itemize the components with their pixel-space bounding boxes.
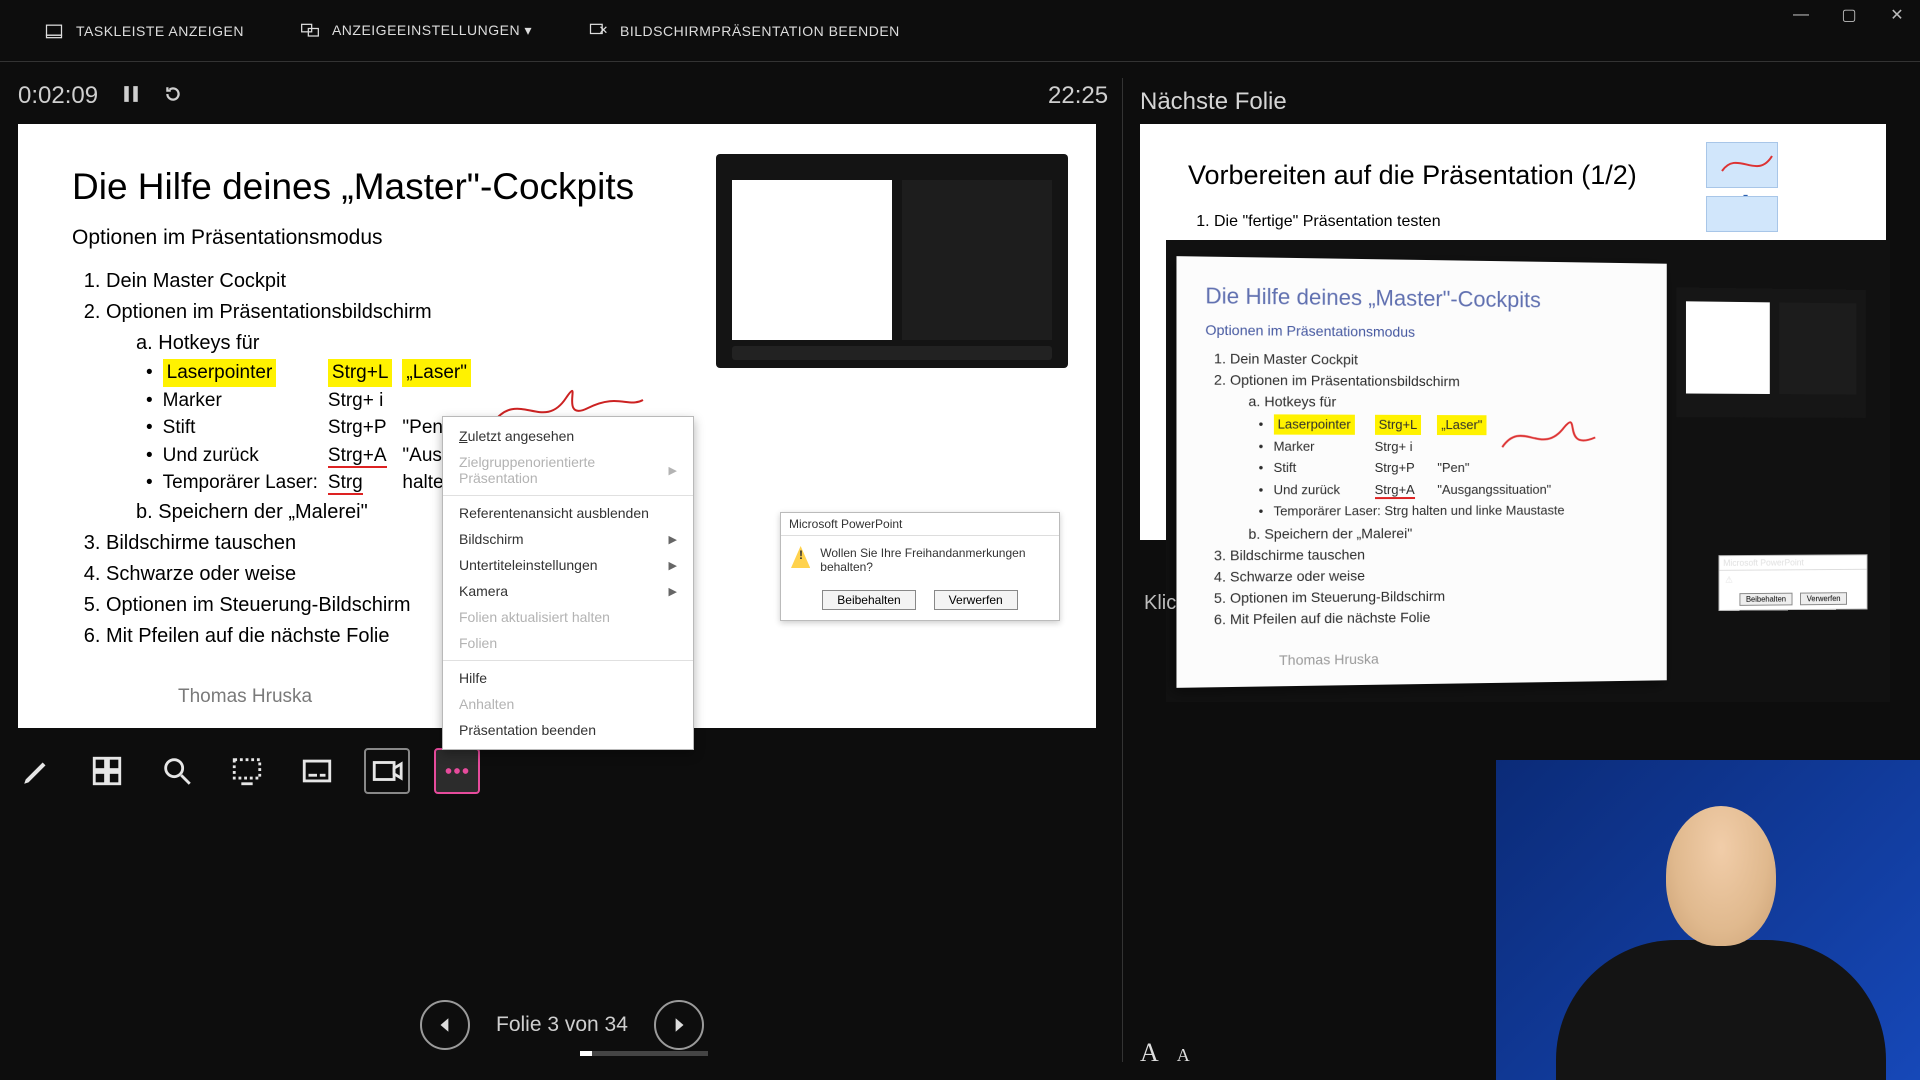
next-slide-heading: Nächste Folie xyxy=(1140,88,1287,116)
presenter-tools xyxy=(14,748,480,794)
dialog-keep-button[interactable]: Beibehalten xyxy=(822,590,915,610)
show-taskbar-label: TASKLEISTE ANZEIGEN xyxy=(76,23,244,39)
display-settings-label: ANZEIGEEINSTELLUNGEN ▾ xyxy=(332,22,532,39)
slide-counter: Folie 3 von 34 xyxy=(496,1013,628,1037)
display-settings-button[interactable]: ANZEIGEEINSTELLUNGEN ▾ xyxy=(300,21,532,41)
presenter-toolbar: TASKLEISTE ANZEIGEN ANZEIGEEINSTELLUNGEN… xyxy=(0,0,1920,62)
show-taskbar-button[interactable]: TASKLEISTE ANZEIGEN xyxy=(44,21,244,41)
elapsed-time: 0:02:09 xyxy=(18,82,98,110)
maximize-button[interactable]: ▢ xyxy=(1840,6,1858,24)
slide-embedded-image xyxy=(716,154,1068,368)
zoom-tool[interactable] xyxy=(154,748,200,794)
reset-timer-button[interactable] xyxy=(164,82,182,110)
presenter-webcam[interactable] xyxy=(1496,760,1920,1080)
more-options-button[interactable] xyxy=(434,748,480,794)
dialog-discard-button[interactable]: Verwerfen xyxy=(934,590,1018,610)
next-slide-button[interactable] xyxy=(654,1000,704,1050)
next-slide-graphic xyxy=(1706,196,1778,232)
menu-help[interactable]: Hilfe xyxy=(443,665,693,691)
see-all-slides[interactable] xyxy=(84,748,130,794)
menu-slides: Folien xyxy=(443,630,693,656)
camera-overlay-photo: Die Hilfe deines „Master"-Cockpits Optio… xyxy=(1166,240,1890,702)
window-controls: — ▢ ✕ xyxy=(1792,6,1906,24)
end-slideshow-button[interactable]: BILDSCHIRMPRÄSENTATION BEENDEN xyxy=(588,21,900,41)
slide-progress xyxy=(580,1051,708,1056)
menu-camera[interactable]: Kamera▶ xyxy=(443,578,693,604)
next-slide-graphic xyxy=(1706,142,1778,188)
minimize-button[interactable]: — xyxy=(1792,6,1810,24)
pause-timer-button[interactable] xyxy=(122,82,140,110)
vertical-divider xyxy=(1122,78,1123,1062)
menu-screen[interactable]: Bildschirm▶ xyxy=(443,526,693,552)
notes-font-controls: A A xyxy=(1140,1038,1190,1068)
presenter-context-menu: Zuletzt angesehen Zielgruppenorientierte… xyxy=(442,416,694,750)
current-time: 22:25 xyxy=(1048,82,1108,110)
warning-icon xyxy=(791,546,810,568)
menu-subtitle-settings[interactable]: Untertiteleinstellungen▶ xyxy=(443,552,693,578)
menu-audience-presentation: Zielgruppenorientierte Präsentation▶ xyxy=(443,449,693,491)
dialog-title: Microsoft PowerPoint xyxy=(781,513,1059,536)
end-slideshow-label: BILDSCHIRMPRÄSENTATION BEENDEN xyxy=(620,23,900,39)
taskbar-icon xyxy=(44,21,64,41)
slide-navigation: Folie 3 von 34 xyxy=(420,1000,704,1050)
display-settings-icon xyxy=(300,21,320,41)
camera-tool[interactable] xyxy=(364,748,410,794)
timer-strip: 0:02:09 xyxy=(18,82,182,110)
menu-hide-presenter-view[interactable]: Referentenansicht ausblenden xyxy=(443,500,693,526)
end-slideshow-icon xyxy=(588,21,608,41)
previous-slide-button[interactable] xyxy=(420,1000,470,1050)
black-screen-tool[interactable] xyxy=(224,748,270,794)
notes-placeholder[interactable]: Klic xyxy=(1144,592,1176,615)
menu-end-presentation[interactable]: Präsentation beenden xyxy=(443,717,693,743)
close-button[interactable]: ✕ xyxy=(1888,6,1906,24)
increase-font-button[interactable]: A xyxy=(1140,1038,1159,1068)
subtitle-tool[interactable] xyxy=(294,748,340,794)
slide-author: Thomas Hruska xyxy=(178,686,312,708)
pen-tool[interactable] xyxy=(14,748,60,794)
menu-last-viewed[interactable]: Zuletzt angesehen xyxy=(443,423,693,449)
menu-keep-slides-updated: Folien aktualisiert halten xyxy=(443,604,693,630)
keep-ink-dialog: Microsoft PowerPoint Wollen Sie Ihre Fre… xyxy=(780,512,1060,621)
dialog-message: Wollen Sie Ihre Freihandanmerkungen beha… xyxy=(820,546,1049,574)
decrease-font-button[interactable]: A xyxy=(1177,1045,1190,1066)
menu-pause: Anhalten xyxy=(443,691,693,717)
